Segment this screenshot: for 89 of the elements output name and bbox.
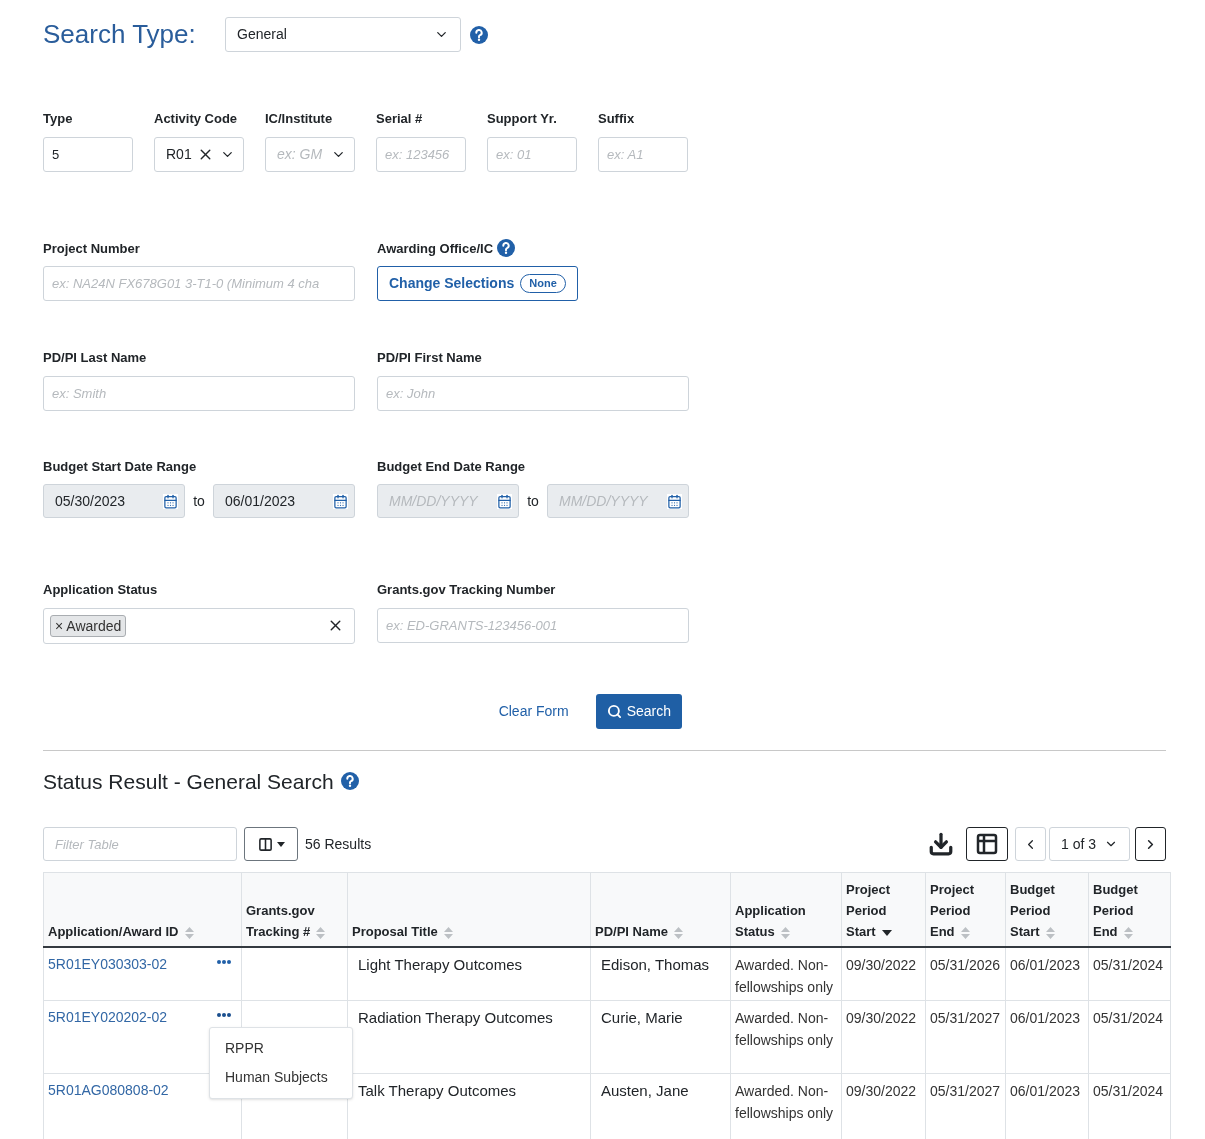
table-cell: Awarded. Non-fellowships only bbox=[735, 1082, 834, 1121]
field-label: Activity Code bbox=[154, 110, 239, 128]
field-label: Serial # bbox=[376, 110, 424, 128]
table-cell: 09/30/2022 bbox=[846, 1009, 917, 1026]
table-cell: 05/31/2026 bbox=[930, 957, 1001, 973]
table-cell: 06/01/2023 bbox=[1010, 1009, 1081, 1026]
calendar-icon[interactable] bbox=[333, 493, 348, 509]
calendar-icon[interactable] bbox=[497, 493, 512, 509]
select-field[interactable]: R01 bbox=[154, 136, 244, 172]
search-button[interactable]: Search bbox=[595, 693, 682, 729]
column-header[interactable]: PD/PI Name bbox=[590, 872, 731, 947]
date-field[interactable]: 05/30/2023 bbox=[43, 484, 185, 518]
column-header[interactable]: Proposal Title bbox=[347, 872, 591, 947]
help-icon[interactable] bbox=[497, 239, 516, 258]
text-field[interactable]: 5 bbox=[43, 136, 133, 172]
caret-icon bbox=[276, 841, 285, 847]
table-cell: 05/31/2024 bbox=[1093, 1082, 1164, 1099]
field-label: Type bbox=[43, 110, 74, 128]
ellipsis-icon bbox=[217, 1012, 231, 1017]
column-header[interactable]: Application/Award ID bbox=[43, 872, 242, 947]
table-icon bbox=[975, 832, 999, 856]
text-field[interactable]: ex: 01 bbox=[487, 136, 577, 172]
column-header[interactable]: Project Period Start bbox=[841, 872, 926, 947]
text-field[interactable]: ex: Smith bbox=[43, 375, 355, 411]
table-cell: 05/31/2027 bbox=[930, 1009, 1001, 1026]
column-header[interactable]: Budget Period Start bbox=[1005, 872, 1089, 947]
results-count: 56 Results bbox=[305, 834, 372, 854]
page-title: Search Type: bbox=[43, 18, 197, 51]
columns-icon bbox=[257, 836, 273, 852]
table-view-button[interactable] bbox=[966, 827, 1008, 861]
field-label: Awarding Office/IC bbox=[377, 239, 494, 258]
help-icon[interactable] bbox=[470, 25, 488, 44]
table-cell-text: Talk Therapy Outcomes bbox=[357, 1081, 517, 1099]
sort-descending-icon[interactable] bbox=[881, 929, 892, 936]
columns-dropdown-button[interactable] bbox=[244, 827, 298, 861]
clear-form-link[interactable]: Clear Form bbox=[498, 700, 569, 722]
field-label: IC/Institute bbox=[265, 110, 334, 128]
menu-item[interactable]: RPPR bbox=[210, 1033, 352, 1063]
range-separator: to bbox=[527, 491, 539, 511]
range-separator: to bbox=[193, 491, 205, 511]
field-label: Support Yr. bbox=[487, 110, 558, 128]
column-header[interactable]: Grants.gov Tracking # bbox=[241, 872, 348, 947]
search-icon bbox=[606, 703, 622, 719]
table-cell-text: Curie, Marie bbox=[600, 1008, 683, 1026]
field-label: PD/PI First Name bbox=[377, 349, 483, 367]
date-field[interactable]: 06/01/2023 bbox=[213, 484, 355, 518]
table-cell: Awarded. Non-fellowships only bbox=[735, 957, 834, 995]
calendar-icon[interactable] bbox=[163, 493, 178, 509]
change-selections-button[interactable]: Change Selections None bbox=[377, 266, 578, 301]
calendar-icon[interactable] bbox=[667, 493, 682, 509]
table-cell-text: Light Therapy Outcomes bbox=[357, 956, 522, 973]
table-cell-text: Radiation Therapy Outcomes bbox=[357, 1008, 553, 1026]
status-multiselect[interactable]: × Awarded bbox=[43, 607, 355, 644]
field-label: Suffix bbox=[598, 110, 636, 128]
page-select[interactable]: 1 of 3 bbox=[1049, 827, 1130, 861]
table-cell: 05/31/2027 bbox=[930, 1082, 1001, 1099]
column-header[interactable]: Budget Period End bbox=[1088, 872, 1171, 947]
download-icon[interactable] bbox=[928, 831, 954, 857]
text-field[interactable]: ex: John bbox=[377, 375, 689, 411]
award-id-link[interactable]: 5R01EY020202-02 bbox=[48, 1006, 168, 1028]
field-label: PD/PI Last Name bbox=[43, 349, 148, 367]
table-cell: 05/31/2024 bbox=[1093, 1009, 1164, 1026]
table-cell: 06/01/2023 bbox=[1010, 957, 1081, 973]
table-cell: 09/30/2022 bbox=[846, 1082, 917, 1099]
menu-item[interactable]: Human Subjects bbox=[210, 1062, 352, 1092]
section-title: Status Result - General Search bbox=[43, 768, 334, 795]
filter-field[interactable]: Filter Table bbox=[43, 827, 237, 861]
table-cell: Awarded. Non-fellowships only bbox=[735, 1009, 834, 1048]
column-header[interactable]: Application Status bbox=[730, 872, 842, 947]
table-cell-text: Austen, Jane bbox=[600, 1081, 689, 1099]
table-cell-text: Edison, Thomas bbox=[600, 956, 710, 973]
table-cell: 06/01/2023 bbox=[1010, 1082, 1081, 1099]
field-label: Budget End Date Range bbox=[377, 457, 527, 476]
field-label: Project Number bbox=[43, 239, 141, 258]
field-label: Grants.gov Tracking Number bbox=[377, 581, 557, 599]
text-field[interactable]: ex: ED-GRANTS-123456-001 bbox=[377, 607, 689, 643]
field-label: Budget Start Date Range bbox=[43, 457, 198, 476]
column-header[interactable]: Project Period End bbox=[925, 872, 1006, 947]
ellipsis-icon bbox=[217, 960, 231, 964]
search-type-select[interactable]: General bbox=[225, 17, 461, 52]
text-field[interactable]: ex: NA24N FX678G01 3-T1-0 (Minimum 4 cha bbox=[43, 266, 355, 301]
field-label: Application Status bbox=[43, 581, 159, 599]
status-tag[interactable]: × Awarded bbox=[50, 614, 127, 637]
table-cell: 05/31/2024 bbox=[1093, 957, 1164, 973]
help-icon[interactable] bbox=[340, 772, 359, 791]
text-field[interactable]: ex: 123456 bbox=[376, 136, 466, 172]
table-cell: 09/30/2022 bbox=[846, 957, 917, 973]
text-field[interactable]: ex: A1 bbox=[598, 136, 688, 172]
next-page-button[interactable] bbox=[1135, 827, 1166, 861]
